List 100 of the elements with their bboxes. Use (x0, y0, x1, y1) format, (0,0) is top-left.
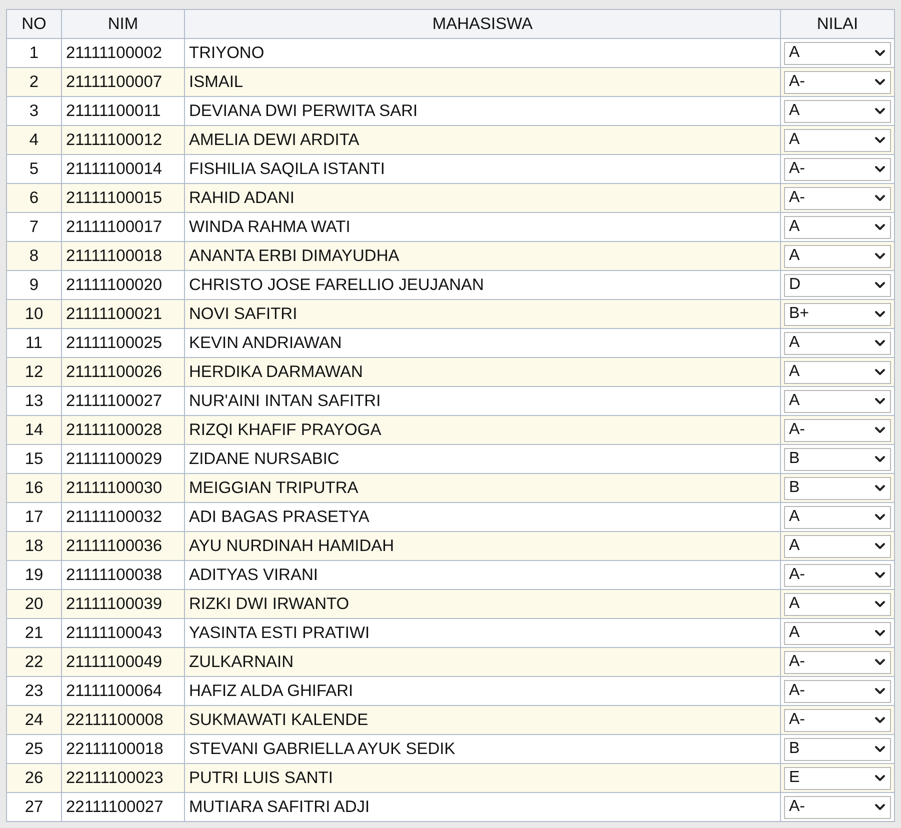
grade-select[interactable]: E (784, 766, 891, 790)
student-id: 21111100027 (66, 392, 162, 410)
column-header: NO (22, 14, 46, 33)
row-number: 25 (24, 740, 44, 758)
student-id: 21111100029 (66, 450, 162, 468)
row-number: 10 (24, 304, 44, 323)
grade-select[interactable]: A- (784, 680, 891, 702)
student-name: STEVANI GABRIELLA AYUK SEDIK (189, 740, 456, 758)
student-name: MUTIARA SAFITRI ADJI (189, 798, 370, 816)
student-name: WINDA RAHMA WATI (189, 218, 350, 236)
grade-select[interactable]: A- (784, 70, 891, 94)
student-name: FISHILIA SAQILA ISTANTI (189, 160, 385, 178)
grade-select[interactable]: A (784, 360, 891, 384)
row-number: 2 (29, 72, 39, 91)
student-id: 21111100014 (66, 160, 162, 178)
student-name: KEVIN ANDRIAWAN (189, 334, 342, 352)
row-number: 11 (25, 334, 43, 352)
student-id: 21111100064 (66, 682, 162, 700)
column-header: NIM (108, 14, 138, 33)
student-id: 21111100026 (66, 362, 162, 381)
grade-select[interactable]: A (784, 390, 891, 412)
student-id: 21111100011 (66, 102, 161, 120)
student-id: 21111100032 (66, 508, 162, 526)
student-id: 21111100018 (66, 246, 162, 265)
row-number: 13 (24, 392, 44, 410)
student-name: ADITYAS VIRANI (189, 566, 318, 584)
student-name: CHRISTO JOSE FARELLIO JEUJANAN (189, 276, 484, 294)
grade-select[interactable]: D (784, 274, 891, 296)
student-id: 21111100039 (66, 594, 162, 613)
grade-select[interactable]: A (784, 332, 891, 354)
row-number: 3 (29, 102, 39, 120)
grade-select[interactable]: A (784, 592, 891, 616)
student-name: NUR'AINI INTAN SAFITRI (189, 392, 381, 410)
grade-select[interactable]: B (784, 476, 891, 500)
student-id: 21111100002 (66, 44, 162, 62)
row-number: 17 (24, 508, 44, 526)
grade-select[interactable]: A (784, 128, 891, 152)
grade-select[interactable]: A (784, 42, 891, 64)
grade-select[interactable]: A- (784, 564, 891, 586)
row-number: 16 (24, 478, 44, 497)
row-number: 4 (29, 130, 39, 149)
row-number: 15 (24, 450, 44, 468)
student-name: RAHID ADANI (189, 188, 294, 207)
student-id: 21111100017 (66, 218, 162, 236)
student-name: ANANTA ERBI DIMAYUDHA (189, 246, 400, 265)
row-number: 26 (24, 768, 44, 787)
grade-select[interactable]: A (784, 534, 891, 558)
student-id: 21111100025 (66, 334, 162, 352)
row-number: 9 (29, 276, 39, 294)
grade-select[interactable]: A- (784, 650, 891, 674)
row-number: 20 (24, 594, 44, 613)
student-name: MEIGGIAN TRIPUTRA (189, 478, 358, 497)
grade-select[interactable]: B (784, 448, 891, 470)
student-id: 21111100021 (66, 304, 162, 323)
student-name: ZULKARNAIN (189, 652, 294, 671)
grade-select[interactable]: A (784, 506, 891, 528)
grade-select[interactable]: A- (784, 186, 891, 210)
grade-select[interactable]: B+ (784, 302, 891, 326)
student-name: PUTRI LUIS SANTI (189, 768, 333, 787)
student-id: 21111100028 (66, 420, 162, 439)
row-number: 22 (24, 652, 44, 671)
student-id: 21111100043 (66, 624, 162, 642)
student-name: YASINTA ESTI PRATIWI (189, 624, 370, 642)
student-id: 21111100038 (66, 566, 162, 584)
student-name: DEVIANA DWI PERWITA SARI (189, 102, 418, 120)
grade-select[interactable]: A- (784, 708, 891, 732)
student-name: SUKMAWATI KALENDE (189, 710, 368, 729)
student-id: 22111100008 (66, 710, 164, 729)
grade-select[interactable]: A (784, 622, 891, 644)
grade-select[interactable]: A (784, 100, 891, 122)
row-number: 14 (24, 420, 44, 439)
row-number: 23 (24, 682, 44, 700)
student-id: 21111100012 (66, 130, 162, 149)
student-name: ISMAIL (189, 72, 244, 91)
student-name: AYU NURDINAH HAMIDAH (189, 536, 394, 555)
student-id: 22111100018 (66, 740, 164, 758)
student-name: HAFIZ ALDA GHIFARI (189, 682, 354, 700)
student-id: 21111100049 (66, 652, 162, 671)
student-name: HERDIKA DARMAWAN (189, 362, 363, 381)
student-id: 21111100007 (66, 72, 162, 91)
grade-select[interactable]: B (784, 738, 891, 760)
student-name: TRIYONO (189, 44, 264, 62)
grade-select[interactable]: A- (784, 158, 891, 180)
column-header: NILAI (816, 14, 858, 33)
row-number: 6 (29, 188, 39, 207)
student-name: ZIDANE NURSABIC (189, 450, 340, 468)
student-id: 21111100015 (66, 188, 162, 207)
student-name: RIZKI DWI IRWANTO (189, 594, 350, 613)
row-number: 27 (24, 798, 44, 816)
student-id: 21111100036 (66, 536, 162, 555)
row-number: 8 (29, 246, 39, 265)
grade-select[interactable]: A (784, 216, 891, 238)
student-id: 22111100023 (66, 768, 164, 787)
student-name: NOVI SAFITRI (189, 304, 298, 323)
grade-select[interactable]: A- (784, 418, 891, 442)
student-id: 21111100020 (66, 276, 162, 294)
student-id: 22111100027 (66, 798, 164, 816)
student-name: AMELIA DEWI ARDITA (189, 130, 360, 149)
grade-select[interactable]: A (784, 244, 891, 268)
grade-select[interactable]: A- (784, 796, 891, 818)
